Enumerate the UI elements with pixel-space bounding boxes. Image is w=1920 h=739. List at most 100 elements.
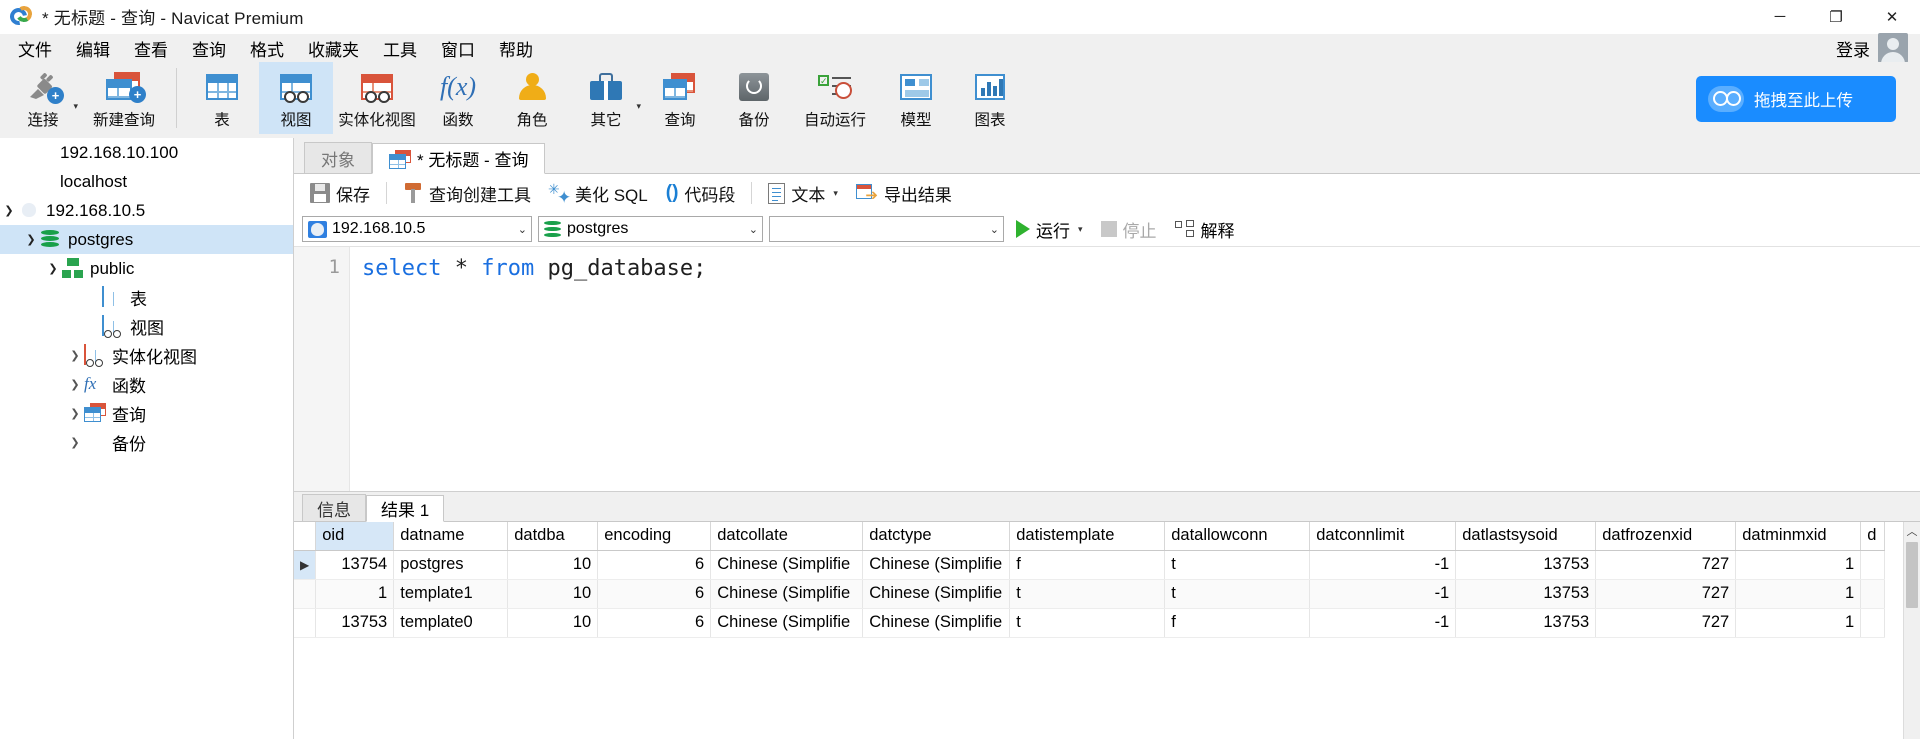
schema-select[interactable]: ⌄ bbox=[769, 216, 1004, 242]
cell-datfrozenxid[interactable]: 727 bbox=[1595, 550, 1737, 580]
cell-datlastsysoid[interactable]: 13753 bbox=[1455, 550, 1597, 580]
cell-datistemplate[interactable]: t bbox=[1009, 608, 1166, 638]
menu-item-query[interactable]: 查询 bbox=[180, 33, 238, 64]
menu-item-favorites[interactable]: 收藏夹 bbox=[296, 33, 371, 64]
toolbar-button-view[interactable]: 视图 bbox=[259, 62, 333, 134]
snippet-button[interactable]: () 代码段 bbox=[658, 177, 744, 210]
cell-datminmxid[interactable]: 1 bbox=[1735, 550, 1862, 580]
cell-datconnlimit[interactable]: -1 bbox=[1309, 579, 1457, 609]
avatar[interactable] bbox=[1878, 33, 1908, 63]
text-view-button[interactable]: 文本 ▾ bbox=[760, 177, 846, 210]
cell-datconnlimit[interactable]: -1 bbox=[1309, 608, 1457, 638]
cell-datdba[interactable]: 10 bbox=[507, 579, 599, 609]
toolbar-button-query[interactable]: 查询 bbox=[643, 62, 717, 134]
tree-item-database-postgres[interactable]: ❯ postgres bbox=[0, 225, 293, 254]
table-row[interactable]: ▶ 13754 postgres 10 6 Chinese (Simplifie Chine… bbox=[294, 550, 1886, 580]
toolbar-button-new-query[interactable]: + 新建查询 bbox=[80, 62, 168, 134]
cell-datminmxid[interactable]: 1 bbox=[1735, 608, 1862, 638]
toolbar-button-role[interactable]: 角色 bbox=[495, 62, 569, 134]
column-header-datcollate[interactable]: datcollate bbox=[710, 522, 864, 551]
cell-encoding[interactable]: 6 bbox=[597, 608, 712, 638]
tree-item-schema-public[interactable]: ❯ public bbox=[0, 254, 293, 283]
cell-datistemplate[interactable]: f bbox=[1009, 550, 1166, 580]
tree-expander-closed-icon[interactable]: ❯ bbox=[66, 349, 84, 362]
query-builder-button[interactable]: 查询创建工具 bbox=[395, 177, 539, 210]
cell-oid[interactable]: 13754 bbox=[315, 550, 395, 580]
tree-item-materialized-views[interactable]: ❯ 实体化视图 bbox=[0, 341, 293, 370]
cell-datname[interactable]: template0 bbox=[393, 608, 509, 638]
scrollbar-thumb[interactable] bbox=[1906, 542, 1918, 608]
cell-datcollate[interactable]: Chinese (Simplifie bbox=[710, 608, 864, 638]
column-header-datistemplate[interactable]: datistemplate bbox=[1009, 522, 1166, 551]
tree-expander-open-icon[interactable]: ❯ bbox=[0, 204, 18, 217]
cell-datctype[interactable]: Chinese (Simplifie bbox=[862, 579, 1011, 609]
menu-item-format[interactable]: 格式 bbox=[238, 33, 296, 64]
toolbar-button-model[interactable]: 模型 bbox=[879, 62, 953, 134]
tree-item-views[interactable]: 视图 bbox=[0, 312, 293, 341]
tree-expander-closed-icon[interactable]: ❯ bbox=[66, 378, 84, 391]
toolbar-button-other[interactable]: 其它 ▾ bbox=[569, 62, 643, 134]
column-header-datlastsysoid[interactable]: datlastsysoid bbox=[1455, 522, 1597, 551]
toolbar-button-function[interactable]: f(x) 函数 bbox=[421, 62, 495, 134]
table-row[interactable]: 1 template1 10 6 Chinese (Simplifie Chinese (… bbox=[294, 579, 1886, 609]
tree-expander-open-icon[interactable]: ❯ bbox=[22, 233, 40, 246]
tree-item-backups[interactable]: ❯ 备份 bbox=[0, 428, 293, 457]
tab-untitled-query[interactable]: * 无标题 - 查询 bbox=[372, 143, 546, 174]
tree-item-connection-10-5[interactable]: ❯ 192.168.10.5 bbox=[0, 196, 293, 225]
connection-tree-sidebar[interactable]: 192.168.10.100 localhost ❯ 192.168.10.5 … bbox=[0, 138, 294, 739]
cell-oid[interactable]: 13753 bbox=[315, 608, 395, 638]
cell-d[interactable] bbox=[1860, 608, 1886, 638]
chevron-down-icon[interactable]: ▾ bbox=[1078, 224, 1083, 235]
chevron-down-icon[interactable]: ▾ bbox=[636, 101, 641, 112]
scroll-up-arrow-icon[interactable]: ︿ bbox=[1904, 522, 1920, 539]
toolbar-button-automation[interactable]: ✓ 自动运行 bbox=[791, 62, 879, 134]
cell-datfrozenxid[interactable]: 727 bbox=[1595, 579, 1737, 609]
table-row[interactable]: 13753 template0 10 6 Chinese (Simplifie Chine… bbox=[294, 608, 1886, 638]
cell-datminmxid[interactable]: 1 bbox=[1735, 579, 1862, 609]
column-header-encoding[interactable]: encoding bbox=[597, 522, 712, 551]
cell-datfrozenxid[interactable]: 727 bbox=[1595, 608, 1737, 638]
chevron-down-icon[interactable]: ⌄ bbox=[984, 223, 999, 236]
column-header-datallowconn[interactable]: datallowconn bbox=[1164, 522, 1311, 551]
column-header-datminmxid[interactable]: datminmxid bbox=[1735, 522, 1862, 551]
tree-item-functions[interactable]: ❯ fx 函数 bbox=[0, 370, 293, 399]
cell-datname[interactable]: template1 bbox=[393, 579, 509, 609]
result-grid[interactable]: oid datname datdba encoding datcollate datcty… bbox=[294, 522, 1886, 638]
tree-expander-open-icon[interactable]: ❯ bbox=[44, 262, 62, 275]
cell-datcollate[interactable]: Chinese (Simplifie bbox=[710, 550, 864, 580]
close-button[interactable]: ✕ bbox=[1864, 0, 1920, 34]
menu-item-tools[interactable]: 工具 bbox=[371, 33, 429, 64]
chevron-down-icon[interactable]: ⌄ bbox=[743, 223, 758, 236]
menu-item-view[interactable]: 查看 bbox=[122, 33, 180, 64]
cell-datctype[interactable]: Chinese (Simplifie bbox=[862, 608, 1011, 638]
cell-datistemplate[interactable]: t bbox=[1009, 579, 1166, 609]
cell-encoding[interactable]: 6 bbox=[597, 579, 712, 609]
tree-item-tables[interactable]: 表 bbox=[0, 283, 293, 312]
menu-item-help[interactable]: 帮助 bbox=[487, 33, 545, 64]
cell-datdba[interactable]: 10 bbox=[507, 608, 599, 638]
cell-d[interactable] bbox=[1860, 579, 1886, 609]
minimize-button[interactable]: ─ bbox=[1752, 0, 1808, 34]
tree-expander-closed-icon[interactable]: ❯ bbox=[66, 407, 84, 420]
export-result-button[interactable]: ➔ 导出结果 bbox=[848, 177, 960, 210]
row-marker[interactable] bbox=[294, 608, 317, 638]
sql-editor[interactable]: 1 select * from pg_database; bbox=[294, 246, 1920, 491]
column-header-oid[interactable]: oid bbox=[315, 522, 395, 551]
row-marker[interactable]: ▶ bbox=[294, 550, 317, 580]
cell-datcollate[interactable]: Chinese (Simplifie bbox=[710, 579, 864, 609]
cell-datallowconn[interactable]: t bbox=[1164, 579, 1311, 609]
explain-button[interactable]: 解释 bbox=[1169, 214, 1241, 245]
cell-datlastsysoid[interactable]: 13753 bbox=[1455, 579, 1597, 609]
row-marker[interactable] bbox=[294, 579, 317, 609]
tree-item-queries[interactable]: ❯ 查询 bbox=[0, 399, 293, 428]
column-header-d[interactable]: d bbox=[1860, 522, 1886, 551]
connection-select[interactable]: 192.168.10.5 ⌄ bbox=[302, 216, 532, 242]
chevron-down-icon[interactable]: ⌄ bbox=[512, 223, 527, 236]
toolbar-button-materialized-view[interactable]: 实体化视图 bbox=[333, 62, 421, 134]
toolbar-button-chart[interactable]: 图表 bbox=[953, 62, 1027, 134]
upload-dropzone-button[interactable]: 拖拽至此上传 bbox=[1696, 76, 1896, 122]
cell-datname[interactable]: postgres bbox=[393, 550, 509, 580]
column-header-datfrozenxid[interactable]: datfrozenxid bbox=[1595, 522, 1737, 551]
tree-item-connection-localhost[interactable]: localhost bbox=[0, 167, 293, 196]
menu-item-window[interactable]: 窗口 bbox=[429, 33, 487, 64]
